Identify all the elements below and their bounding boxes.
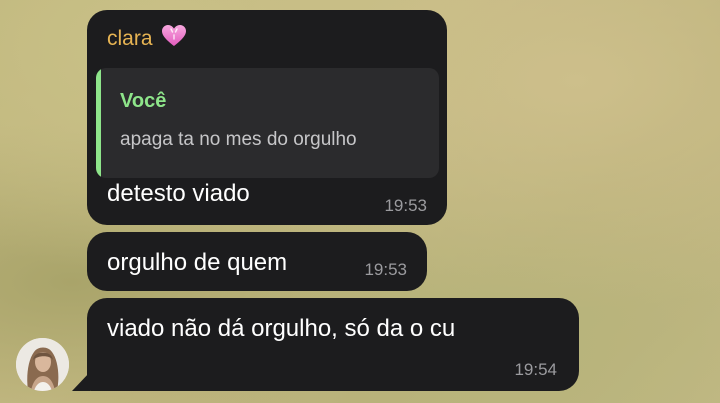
sender-name-label[interactable]: clara	[107, 27, 153, 50]
reply-quote[interactable]: Você apaga ta no mes do orgulho	[96, 68, 439, 178]
reply-accent-bar	[96, 68, 101, 178]
message-text: viado não dá orgulho, só da o cu	[107, 315, 456, 342]
reply-text: apaga ta no mes do orgulho	[120, 129, 357, 150]
contact-avatar[interactable]	[16, 338, 69, 391]
message-bubble-2[interactable]: orgulho de quem 19:53	[87, 232, 427, 291]
reply-author: Você	[120, 90, 167, 112]
message-text: orgulho de quem	[107, 249, 288, 276]
message-bubble-3[interactable]: viado não dá orgulho, só da o cu 19:54	[87, 298, 579, 391]
message-time: 19:53	[364, 260, 407, 279]
pink-heart-icon	[161, 24, 187, 54]
message-time: 19:53	[384, 196, 427, 215]
message-text: detesto viado	[107, 180, 250, 207]
sender-name[interactable]: clara	[107, 24, 187, 54]
message-bubble-1[interactable]: clara Você apaga ta no mes do orgulho de…	[87, 10, 447, 225]
message-time: 19:54	[514, 360, 557, 379]
